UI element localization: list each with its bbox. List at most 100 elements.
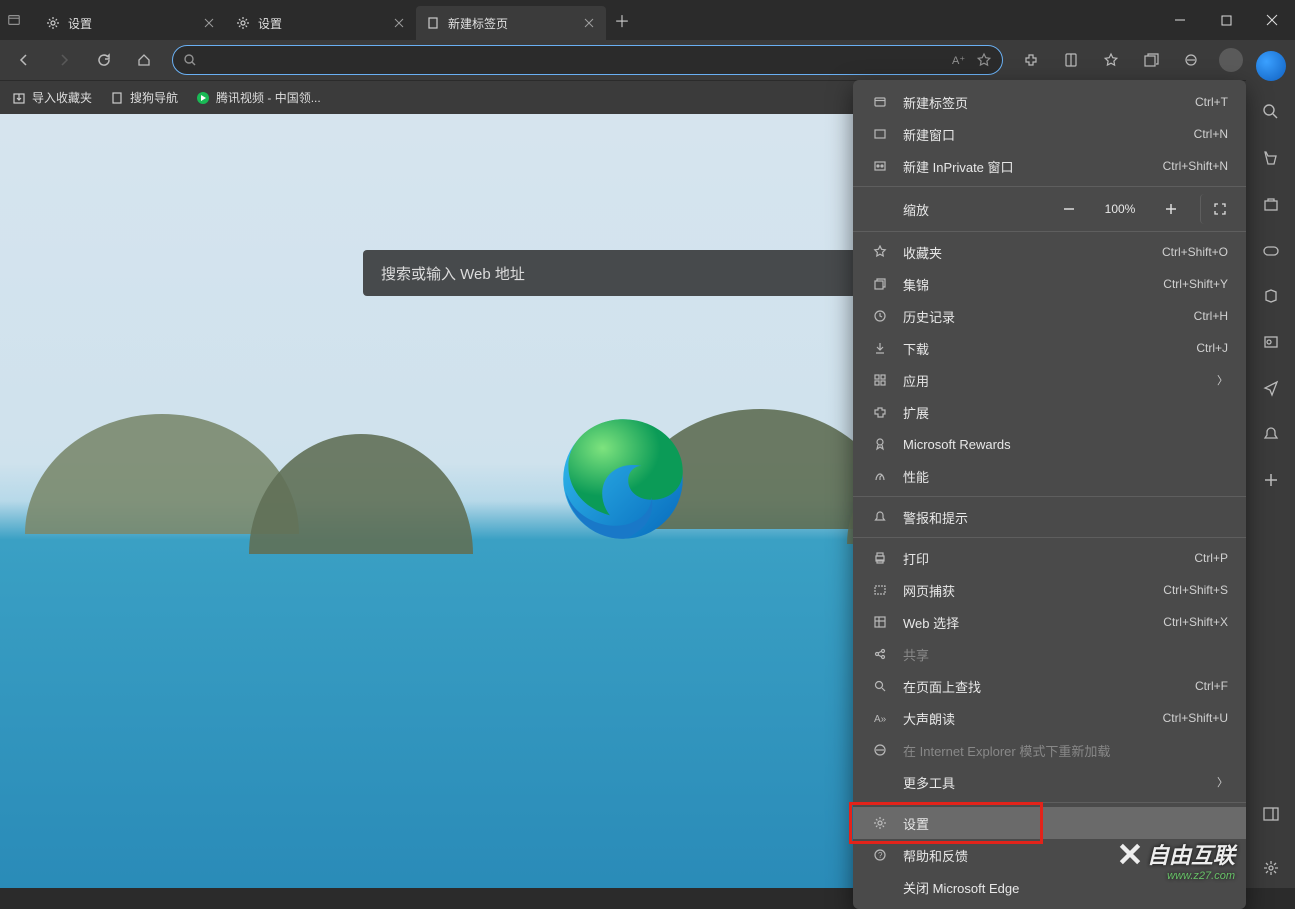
rewards-icon xyxy=(871,437,889,451)
ie-mode-icon[interactable] xyxy=(1173,44,1209,76)
sidebar-notification-button[interactable] xyxy=(1251,414,1291,454)
sidebar-outlook-button[interactable] xyxy=(1251,322,1291,362)
sidebar-search-button[interactable] xyxy=(1251,92,1291,132)
zoom-out-button[interactable] xyxy=(1050,194,1088,224)
sidebar-add-button[interactable] xyxy=(1251,460,1291,500)
menu-item-集锦[interactable]: 集锦 Ctrl+Shift+Y xyxy=(853,268,1246,300)
menu-item-shortcut: Ctrl+F xyxy=(1195,679,1228,693)
import-favorites-button[interactable]: 导入收藏夹 xyxy=(12,89,92,106)
menu-item-大声朗读[interactable]: A» 大声朗读 Ctrl+Shift+U xyxy=(853,702,1246,734)
menu-item-label: 更多工具 xyxy=(903,773,1203,792)
sidebar-split-button[interactable] xyxy=(1251,794,1291,834)
menu-item-shortcut: Ctrl+Shift+U xyxy=(1163,711,1228,725)
menu-item-label: 收藏夹 xyxy=(903,243,1148,262)
close-tab-icon[interactable] xyxy=(394,18,404,28)
extensions-icon[interactable] xyxy=(1013,44,1049,76)
watermark-sub: www.z27.com xyxy=(1167,870,1235,882)
sidebar-tools-button[interactable] xyxy=(1251,184,1291,224)
maximize-button[interactable] xyxy=(1203,0,1249,40)
tab-actions-icon[interactable] xyxy=(0,6,28,34)
menu-item-label: 网页捕获 xyxy=(903,581,1149,600)
menu-separator xyxy=(853,186,1246,187)
menu-item-新建标签页[interactable]: 新建标签页 Ctrl+T xyxy=(853,86,1246,118)
menu-item-shortcut: Ctrl+Shift+Y xyxy=(1163,277,1228,291)
close-window-button[interactable] xyxy=(1249,0,1295,40)
menu-item-label: 新建窗口 xyxy=(903,125,1180,144)
menu-item-打印[interactable]: 打印 Ctrl+P xyxy=(853,542,1246,574)
bookmark-item-1[interactable]: 腾讯视频 - 中国领... xyxy=(196,89,321,106)
menu-item-新建-InPrivate-窗口[interactable]: 新建 InPrivate 窗口 Ctrl+Shift+N xyxy=(853,150,1246,182)
menu-item-收藏夹[interactable]: 收藏夹 Ctrl+Shift+O xyxy=(853,236,1246,268)
menu-item-更多工具[interactable]: 更多工具 〉 xyxy=(853,766,1246,798)
download-icon xyxy=(871,341,889,355)
address-bar[interactable]: A⁺ xyxy=(172,45,1003,75)
readaloud-icon: A» xyxy=(871,711,889,725)
favorite-star-icon[interactable] xyxy=(976,52,992,68)
read-mode-icon[interactable] xyxy=(1053,44,1089,76)
close-tab-icon[interactable] xyxy=(584,18,594,28)
watermark-x-icon xyxy=(1117,841,1143,867)
menu-item-历史记录[interactable]: 历史记录 Ctrl+H xyxy=(853,300,1246,332)
menu-item-shortcut: Ctrl+P xyxy=(1194,551,1228,565)
new-tab-button[interactable]: ＋ xyxy=(606,4,638,36)
tab-2[interactable]: 新建标签页 xyxy=(416,6,606,40)
webselect-icon xyxy=(871,615,889,629)
menu-item-设置[interactable]: 设置 xyxy=(853,807,1246,839)
watermark-text: 自由互联 xyxy=(1147,838,1235,870)
menu-item-label: 在页面上查找 xyxy=(903,677,1181,696)
apps-icon xyxy=(871,373,889,387)
share-icon xyxy=(871,647,889,661)
menu-item-Web-选择[interactable]: Web 选择 Ctrl+Shift+X xyxy=(853,606,1246,638)
menu-item-Microsoft-Rewards[interactable]: Microsoft Rewards xyxy=(853,428,1246,460)
history-icon xyxy=(871,309,889,323)
menu-item-label: 在 Internet Explorer 模式下重新加载 xyxy=(903,741,1228,760)
extension-icon xyxy=(871,405,889,419)
tab-0[interactable]: 设置 xyxy=(36,6,226,40)
menu-separator xyxy=(853,496,1246,497)
menu-item-label: 应用 xyxy=(903,371,1203,390)
bookmark-label: 腾讯视频 - 中国领... xyxy=(216,89,321,106)
menu-item-警报和提示[interactable]: 警报和提示 xyxy=(853,501,1246,533)
bing-chat-button[interactable] xyxy=(1251,46,1291,86)
collections-icon[interactable] xyxy=(1133,44,1169,76)
import-icon xyxy=(12,91,26,105)
fullscreen-button[interactable] xyxy=(1200,194,1238,224)
menu-item-shortcut: Ctrl+Shift+S xyxy=(1163,583,1228,597)
menu-item-label: 下载 xyxy=(903,339,1182,358)
bell-icon xyxy=(871,510,889,524)
menu-item-在页面上查找[interactable]: 在页面上查找 Ctrl+F xyxy=(853,670,1246,702)
sidebar-shopping-button[interactable] xyxy=(1251,138,1291,178)
home-button[interactable] xyxy=(126,44,162,76)
print-icon xyxy=(871,551,889,565)
sidebar-settings-button[interactable] xyxy=(1251,848,1291,888)
menu-item-网页捕获[interactable]: 网页捕获 Ctrl+Shift+S xyxy=(853,574,1246,606)
menu-item-label: Web 选择 xyxy=(903,613,1149,632)
back-button[interactable] xyxy=(6,44,42,76)
chevron-right-icon: 〉 xyxy=(1217,774,1228,790)
menu-item-下载[interactable]: 下载 Ctrl+J xyxy=(853,332,1246,364)
bookmark-item-0[interactable]: 搜狗导航 xyxy=(110,89,178,106)
read-aloud-icon[interactable]: A⁺ xyxy=(952,53,968,67)
menu-item-新建窗口[interactable]: 新建窗口 Ctrl+N xyxy=(853,118,1246,150)
favorites-icon[interactable] xyxy=(1093,44,1129,76)
menu-item-应用[interactable]: 应用 〉 xyxy=(853,364,1246,396)
tab-1[interactable]: 设置 xyxy=(226,6,416,40)
menu-item-扩展[interactable]: 扩展 xyxy=(853,396,1246,428)
sidebar-drop-button[interactable] xyxy=(1251,368,1291,408)
menu-separator xyxy=(853,231,1246,232)
sidebar-games-button[interactable] xyxy=(1251,230,1291,270)
menu-item-性能[interactable]: 性能 xyxy=(853,460,1246,492)
page-icon xyxy=(426,16,440,30)
zoom-in-button[interactable] xyxy=(1152,194,1190,224)
profile-button[interactable] xyxy=(1213,44,1249,76)
url-input[interactable] xyxy=(205,53,944,68)
sidebar-office-button[interactable] xyxy=(1251,276,1291,316)
refresh-button[interactable] xyxy=(86,44,122,76)
more-menu: 新建标签页 Ctrl+T 新建窗口 Ctrl+N 新建 InPrivate 窗口… xyxy=(853,80,1246,909)
menu-item-label: 集锦 xyxy=(903,275,1149,294)
ntp-search-box[interactable]: 搜索或输入 Web 地址 xyxy=(363,250,883,296)
gear-icon xyxy=(236,16,250,30)
menu-item-shortcut: Ctrl+Shift+O xyxy=(1162,245,1228,259)
close-tab-icon[interactable] xyxy=(204,18,214,28)
minimize-button[interactable] xyxy=(1157,0,1203,40)
